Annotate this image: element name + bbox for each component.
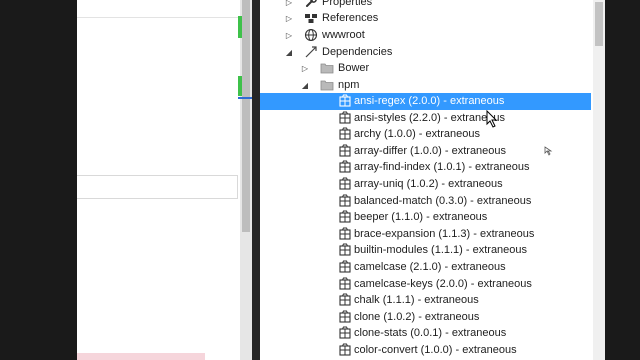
- collapsed-arrow-icon[interactable]: ▷: [284, 27, 294, 44]
- package-label: archy (1.0.0) - extraneous: [354, 128, 480, 140]
- expanded-arrow-icon[interactable]: ◢: [284, 44, 294, 61]
- editor-scrollbar[interactable]: [240, 0, 252, 360]
- tree-item-npm[interactable]: ◢ npm: [260, 77, 593, 94]
- package-label: chalk (1.1.1) - extraneous: [354, 294, 479, 306]
- package-label: array-uniq (1.0.2) - extraneous: [354, 178, 503, 190]
- package-icon: [338, 343, 352, 357]
- package-icon: [338, 310, 352, 324]
- tree-item-dependencies[interactable]: ◢ Dependencies: [260, 44, 593, 61]
- package-icon: [338, 326, 352, 340]
- package-icon: [338, 260, 352, 274]
- dependencies-icon: [304, 45, 318, 59]
- collapsed-arrow-icon[interactable]: ▷: [300, 60, 310, 77]
- right-panel-background: [605, 0, 640, 360]
- package-item[interactable]: beeper (1.1.0) - extraneous: [260, 209, 593, 226]
- package-icon: [338, 94, 352, 108]
- package-item[interactable]: camelcase (2.1.0) - extraneous: [260, 259, 593, 276]
- package-label: camelcase (2.1.0) - extraneous: [354, 261, 506, 273]
- package-item[interactable]: camelcase-keys (2.0.0) - extraneous: [260, 276, 593, 293]
- package-label: clone-stats (0.0.1) - extraneous: [354, 327, 507, 339]
- code-editor[interactable]: [77, 0, 240, 360]
- package-icon: [338, 277, 352, 291]
- expanded-arrow-icon[interactable]: ◢: [300, 77, 310, 94]
- package-icon: [338, 127, 352, 141]
- package-label: builtin-modules (1.1.1) - extraneous: [354, 244, 528, 256]
- tree-scrollbar-thumb[interactable]: [595, 2, 603, 46]
- tree-item-label: wwwroot: [322, 29, 365, 41]
- mouse-cursor-icon: [486, 110, 498, 128]
- folder-icon: [320, 78, 334, 92]
- package-label: ansi-regex (2.0.0) - extraneous: [354, 95, 505, 107]
- package-item[interactable]: chalk (1.1.1) - extraneous: [260, 292, 593, 309]
- tree-item-references[interactable]: ▷ References: [260, 10, 593, 27]
- package-label: array-find-index (1.0.1) - extraneous: [354, 161, 530, 173]
- mouse-pointer-shadow-icon: [544, 146, 553, 156]
- package-item[interactable]: clone (1.0.2) - extraneous: [260, 309, 593, 326]
- package-item[interactable]: archy (1.0.0) - extraneous: [260, 126, 593, 143]
- package-label: camelcase-keys (2.0.0) - extraneous: [354, 278, 532, 290]
- references-icon: [304, 11, 318, 25]
- package-item[interactable]: array-find-index (1.0.1) - extraneous: [260, 159, 593, 176]
- wrench-icon: [304, 0, 318, 9]
- package-icon: [338, 293, 352, 307]
- package-label: array-differ (1.0.0) - extraneous: [354, 145, 507, 157]
- change-marker: [238, 16, 242, 38]
- package-label: balanced-match (0.3.0) - extraneous: [354, 195, 532, 207]
- package-item[interactable]: brace-expansion (1.1.3) - extraneous: [260, 226, 593, 243]
- package-item[interactable]: builtin-modules (1.1.1) - extraneous: [260, 242, 593, 259]
- left-panel-background: [0, 0, 77, 360]
- package-icon: [338, 243, 352, 257]
- tree-item-label: Dependencies: [322, 46, 393, 58]
- tree-item-label: Bower: [338, 62, 370, 74]
- package-item[interactable]: array-uniq (1.0.2) - extraneous: [260, 176, 593, 193]
- editor-scrollbar-thumb[interactable]: [242, 0, 250, 232]
- package-icon: [338, 194, 352, 208]
- package-icon: [338, 210, 352, 224]
- tree-item-bower[interactable]: ▷ Bower: [260, 60, 593, 77]
- package-label: clone (1.0.2) - extraneous: [354, 311, 480, 323]
- tree-item-wwwroot[interactable]: ▷ wwwroot: [260, 27, 593, 44]
- package-item[interactable]: ansi-regex (2.0.0) - extraneous: [260, 93, 591, 110]
- package-label: beeper (1.1.0) - extraneous: [354, 211, 488, 223]
- package-label: brace-expansion (1.1.3) - extraneous: [354, 228, 535, 240]
- globe-icon: [304, 28, 318, 42]
- package-icon: [338, 111, 352, 125]
- solution-explorer-tree[interactable]: ▷ Properties ▷ References ▷ wwwroot ◢ Dependenc…: [260, 0, 593, 360]
- editor-input-box[interactable]: [77, 175, 238, 199]
- caret-position-marker: [238, 97, 252, 99]
- package-item[interactable]: balanced-match (0.3.0) - extraneous: [260, 193, 593, 210]
- package-icon: [338, 144, 352, 158]
- tree-item-label: References: [322, 12, 379, 24]
- package-label: ansi-styles (2.2.0) - extraneous: [354, 112, 506, 124]
- collapsed-arrow-icon[interactable]: ▷: [284, 10, 294, 27]
- tree-item-label: npm: [338, 79, 360, 91]
- package-label: color-convert (1.0.0) - extraneous: [354, 344, 517, 356]
- package-item[interactable]: ansi-styles (2.2.0) - extraneous: [260, 110, 593, 127]
- folder-icon: [320, 61, 334, 75]
- package-icon: [338, 227, 352, 241]
- package-icon: [338, 177, 352, 191]
- package-item[interactable]: clone-stats (0.0.1) - extraneous: [260, 325, 593, 342]
- package-item[interactable]: color-convert (1.0.0) - extraneous: [260, 342, 593, 359]
- change-marker: [238, 76, 242, 96]
- editor-line: [77, 0, 240, 18]
- tree-scrollbar[interactable]: [593, 0, 605, 360]
- editor-error-highlight: [77, 353, 205, 360]
- package-icon: [338, 160, 352, 174]
- pane-splitter[interactable]: [252, 0, 260, 360]
